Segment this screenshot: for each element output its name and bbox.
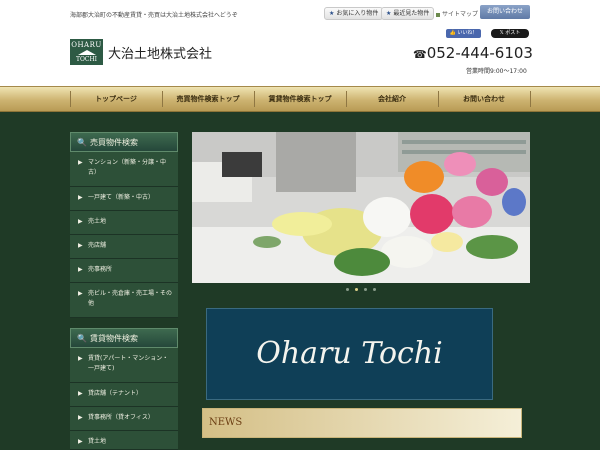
sitemap-link[interactable]: サイトマップ — [436, 9, 478, 18]
phone-icon: ☎ — [413, 48, 427, 61]
news-label: NEWS — [209, 417, 243, 428]
sidebar-item-rent-residence[interactable]: ▶ 賃貸(アパート・マンション・一戸建て) — [70, 348, 178, 383]
star-icon: ★ — [329, 10, 335, 17]
sidebar-item-office[interactable]: ▶ 売事務所 — [70, 259, 178, 283]
sale-search-heading: 🔍 売買物件検索 — [70, 132, 178, 152]
x-logo-icon: 𝕏 — [499, 30, 504, 36]
arrow-right-icon: ▶ — [78, 218, 83, 225]
logo-line2: TOCHI — [75, 56, 98, 63]
sidebar-item-label: 貸土地 — [88, 438, 107, 445]
sidebar: 🔍 売買物件検索 ▶ マンション（新築・分譲・中古） ▶ 一戸建て（新築・中古） ▶ 売… — [70, 132, 178, 450]
search-icon: 🔍 — [77, 334, 87, 343]
post-label: ポスト — [505, 30, 521, 36]
sidebar-item-label: 売土地 — [88, 218, 107, 225]
like-label: いいね！ — [457, 30, 478, 36]
global-nav: トップページ 売買物件検索トップ 賃貸物件検索トップ 会社紹介 お問い合わせ — [0, 86, 600, 112]
sidebar-item-label: マンション（新築・分譲・中古） — [88, 159, 167, 176]
slider-dot[interactable] — [364, 287, 367, 291]
slider-dot[interactable] — [346, 287, 349, 291]
recent-button[interactable]: ★ 最近見た物件 — [381, 7, 435, 20]
arrow-right-icon: ▶ — [78, 290, 83, 297]
business-hours: 営業時間9:00～17:00 — [466, 68, 527, 75]
sidebar-item-label: 売事務所 — [88, 266, 113, 273]
phone-number: ☎052-444-6103 — [413, 44, 533, 62]
arrow-right-icon: ▶ — [78, 438, 83, 445]
sitemap-label: サイトマップ — [442, 11, 479, 18]
favorites-label: お気に入り物件 — [336, 10, 379, 17]
like-button[interactable]: 👍 いいね！ — [446, 29, 481, 38]
brand-banner: Oharu Tochi — [206, 308, 493, 400]
sale-heading-label: 売買物件検索 — [89, 138, 138, 147]
logo-line1: OHARU — [71, 41, 102, 49]
brand-banner-text: Oharu Tochi — [256, 336, 443, 371]
nav-item-sale-search[interactable]: 売買物件検索トップ — [162, 87, 254, 111]
sidebar-item-land[interactable]: ▶ 売土地 — [70, 211, 178, 235]
sidebar-item-mansion[interactable]: ▶ マンション（新築・分譲・中古） — [70, 152, 178, 187]
arrow-right-icon: ▶ — [78, 355, 83, 362]
sidebar-item-rent-store[interactable]: ▶ 貸店舗（テナント） — [70, 383, 178, 407]
nav-item-rent-search[interactable]: 賃貸物件検索トップ — [254, 87, 346, 111]
news-header: NEWS — [202, 408, 522, 438]
arrow-right-icon: ▶ — [78, 414, 83, 421]
search-icon: 🔍 — [77, 138, 87, 147]
house-roof-icon — [77, 50, 96, 55]
phone-text: 052-444-6103 — [426, 44, 533, 62]
hero-slider[interactable] — [192, 132, 530, 283]
arrow-right-icon: ▶ — [78, 266, 83, 273]
slider-dots — [192, 285, 530, 295]
nav-divider — [530, 91, 531, 107]
nav-item-contact[interactable]: お問い合わせ — [438, 87, 530, 111]
rent-search-heading: 🔍 賃貸物件検索 — [70, 328, 178, 348]
sidebar-item-store[interactable]: ▶ 売店舗 — [70, 235, 178, 259]
company-logo[interactable]: OHARU TOCHI — [70, 39, 103, 65]
nav-item-top[interactable]: トップページ — [70, 87, 162, 111]
sidebar-item-rent-office[interactable]: ▶ 貸事務所（貸オフィス） — [70, 407, 178, 431]
arrow-right-icon: ▶ — [78, 194, 83, 201]
site-header: 海部郡大治町の不動産賃貸・売買は大治土地株式会社へどうぞ ★ お気に入り物件 ★ 最… — [0, 0, 600, 86]
slider-dot[interactable] — [355, 287, 358, 291]
site-tagline: 海部郡大治町の不動産賃貸・売買は大治土地株式会社へどうぞ — [70, 12, 238, 19]
arrow-right-icon: ▶ — [78, 159, 83, 166]
company-name[interactable]: 大治土地株式会社 — [108, 43, 212, 62]
rent-heading-label: 賃貸物件検索 — [89, 334, 138, 343]
sidebar-item-label: 売店舗 — [88, 242, 107, 249]
slider-dot[interactable] — [373, 287, 376, 291]
sidebar-item-building[interactable]: ▶ 売ビル・売倉庫・売工場・その他 — [70, 283, 178, 318]
square-bullet-icon — [436, 12, 440, 17]
sidebar-item-label: 賃貸(アパート・マンション・一戸建て) — [88, 355, 169, 372]
sidebar-item-label: 貸事務所（貸オフィス） — [88, 414, 154, 421]
nav-item-company[interactable]: 会社紹介 — [346, 87, 438, 111]
header-contact-button[interactable]: お問い合わせ — [480, 5, 530, 19]
favorites-button[interactable]: ★ お気に入り物件 — [324, 7, 384, 20]
sidebar-item-rent-land[interactable]: ▶ 貸土地 — [70, 431, 178, 450]
flower-photo — [192, 132, 530, 283]
post-button[interactable]: 𝕏 ポスト — [491, 29, 529, 38]
thumbs-up-icon: 👍 — [449, 30, 456, 36]
sidebar-item-label: 一戸建て（新築・中古） — [88, 194, 155, 201]
recent-label: 最近見た物件 — [393, 10, 430, 17]
star-icon: ★ — [386, 10, 392, 17]
sidebar-item-label: 貸店舗（テナント） — [88, 390, 143, 397]
sidebar-item-house[interactable]: ▶ 一戸建て（新築・中古） — [70, 187, 178, 211]
arrow-right-icon: ▶ — [78, 242, 83, 249]
sidebar-item-label: 売ビル・売倉庫・売工場・その他 — [88, 290, 173, 307]
arrow-right-icon: ▶ — [78, 390, 83, 397]
